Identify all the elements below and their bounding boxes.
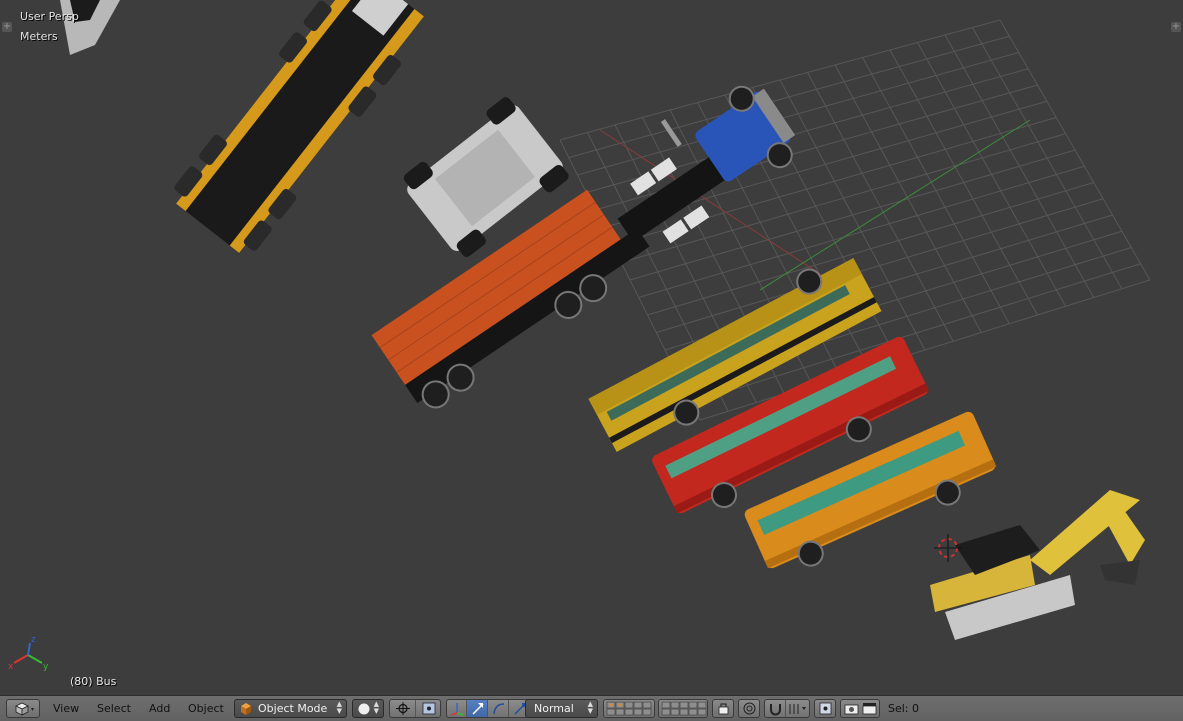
transform-orientation-label: Normal xyxy=(534,702,574,715)
scene-canvas[interactable]: x y z xyxy=(0,0,1183,695)
layer-toggle[interactable] xyxy=(697,708,707,716)
snap-increment-icon xyxy=(789,704,806,714)
proportional-edit-icon xyxy=(743,702,756,715)
object-cube-icon xyxy=(241,703,251,715)
properties-expand-icon[interactable]: + xyxy=(1171,22,1181,32)
layers-group-a[interactable] xyxy=(603,699,655,718)
layers-group-b[interactable] xyxy=(658,699,708,718)
layer-toggle[interactable] xyxy=(679,701,689,709)
translate-arrow-icon xyxy=(472,703,484,715)
active-object-label: (80) Bus xyxy=(70,675,117,688)
selection-count-label: Sel: 0 xyxy=(888,702,920,715)
select-menu[interactable]: Select xyxy=(97,702,131,715)
pivot-manipulate-center-button[interactable] xyxy=(416,700,440,717)
mode-dropdown[interactable]: Object Mode ▲ ▼ xyxy=(234,699,347,718)
layer-toggle[interactable] xyxy=(642,708,652,716)
center-points-icon xyxy=(422,702,436,715)
3d-cursor[interactable] xyxy=(934,534,962,562)
snap-toggle-button[interactable] xyxy=(765,700,786,717)
layer-toggle[interactable] xyxy=(624,708,634,716)
mode-label: Object Mode xyxy=(258,702,328,715)
layer-toggle[interactable] xyxy=(633,701,643,709)
partial-car-object[interactable] xyxy=(60,0,120,55)
layer-occupied-dot xyxy=(618,703,622,707)
viewport-shading-dropdown[interactable]: ▲ ▼ xyxy=(352,699,384,718)
transform-manipulator-icon xyxy=(450,703,464,716)
lock-camera-button[interactable] xyxy=(712,699,734,718)
grid-line xyxy=(972,27,1123,289)
layer-occupied-dot xyxy=(609,703,613,707)
snap-group[interactable] xyxy=(764,699,810,718)
toolshelf-expand-icon[interactable]: + xyxy=(2,22,12,32)
grid-line xyxy=(944,34,1095,298)
layer-toggle[interactable] xyxy=(688,701,698,709)
layer-toggle[interactable] xyxy=(670,708,680,716)
object-menu[interactable]: Object xyxy=(188,702,224,715)
view-name-label: User Persp xyxy=(20,10,79,23)
3d-viewport[interactable]: x y z User Persp Meters (80) Bus + + xyxy=(0,0,1183,695)
layer-grid-icon xyxy=(661,701,707,716)
layer-toggle[interactable] xyxy=(688,708,698,716)
updown-arrows-icon: ▲ ▼ xyxy=(587,700,593,715)
magnet-icon xyxy=(770,704,781,716)
flatbed-truck-object[interactable] xyxy=(167,0,434,260)
manipulator-toggle-button[interactable] xyxy=(447,700,467,717)
editor-type-button[interactable] xyxy=(6,699,40,718)
clapperboard-icon xyxy=(862,703,877,715)
layer-toggle[interactable] xyxy=(670,701,680,709)
solid-sphere-icon xyxy=(358,703,370,715)
updown-arrows-icon: ▲ ▼ xyxy=(336,700,342,715)
snap-target-button[interactable] xyxy=(814,699,836,718)
y-axis-line xyxy=(759,119,1031,291)
snap-element-dropdown[interactable] xyxy=(786,700,809,717)
layer-toggle[interactable] xyxy=(624,701,634,709)
svg-text:z: z xyxy=(31,635,36,645)
svg-text:x: x xyxy=(8,662,14,672)
pivot-point-group[interactable] xyxy=(389,699,441,718)
camera-render-icon xyxy=(844,704,859,715)
layer-toggle[interactable] xyxy=(697,701,707,709)
pivot-point-button[interactable] xyxy=(390,700,416,717)
3d-view-header: View Select Add Object Object Mode ▲ ▼ ▲ ▼ xyxy=(0,695,1183,721)
translate-manipulator-button[interactable] xyxy=(467,700,488,717)
view-menu[interactable]: View xyxy=(53,702,79,715)
container-trailer-object[interactable] xyxy=(371,179,659,417)
lock-layers-icon xyxy=(718,703,729,715)
3d-view-cube-icon xyxy=(15,702,34,716)
layer-grid-icon xyxy=(606,701,652,716)
layer-toggle[interactable] xyxy=(661,708,671,716)
grid-line xyxy=(999,19,1151,281)
excavator-object[interactable] xyxy=(930,490,1145,640)
add-menu[interactable]: Add xyxy=(149,702,170,715)
transform-orientation-dropdown[interactable]: Normal ▲ ▼ xyxy=(525,699,598,718)
render-buttons-group[interactable] xyxy=(840,699,880,718)
layer-toggle[interactable] xyxy=(606,708,616,716)
manipulator-group[interactable] xyxy=(446,699,529,718)
layer-toggle[interactable] xyxy=(679,708,689,716)
pivot-point-icon xyxy=(396,702,410,715)
rotate-arc-icon xyxy=(493,703,505,715)
layer-toggle[interactable] xyxy=(615,708,625,716)
axis-gizmo: x y z xyxy=(8,635,49,672)
svg-text:y: y xyxy=(43,662,49,672)
updown-arrows-icon: ▲ ▼ xyxy=(373,700,379,715)
rotate-manipulator-button[interactable] xyxy=(488,700,509,717)
layer-toggle[interactable] xyxy=(642,701,652,709)
proportional-edit-button[interactable] xyxy=(738,699,760,718)
layer-toggle[interactable] xyxy=(661,701,671,709)
snap-target-icon xyxy=(819,702,832,715)
units-label: Meters xyxy=(20,30,58,43)
layer-toggle[interactable] xyxy=(633,708,643,716)
